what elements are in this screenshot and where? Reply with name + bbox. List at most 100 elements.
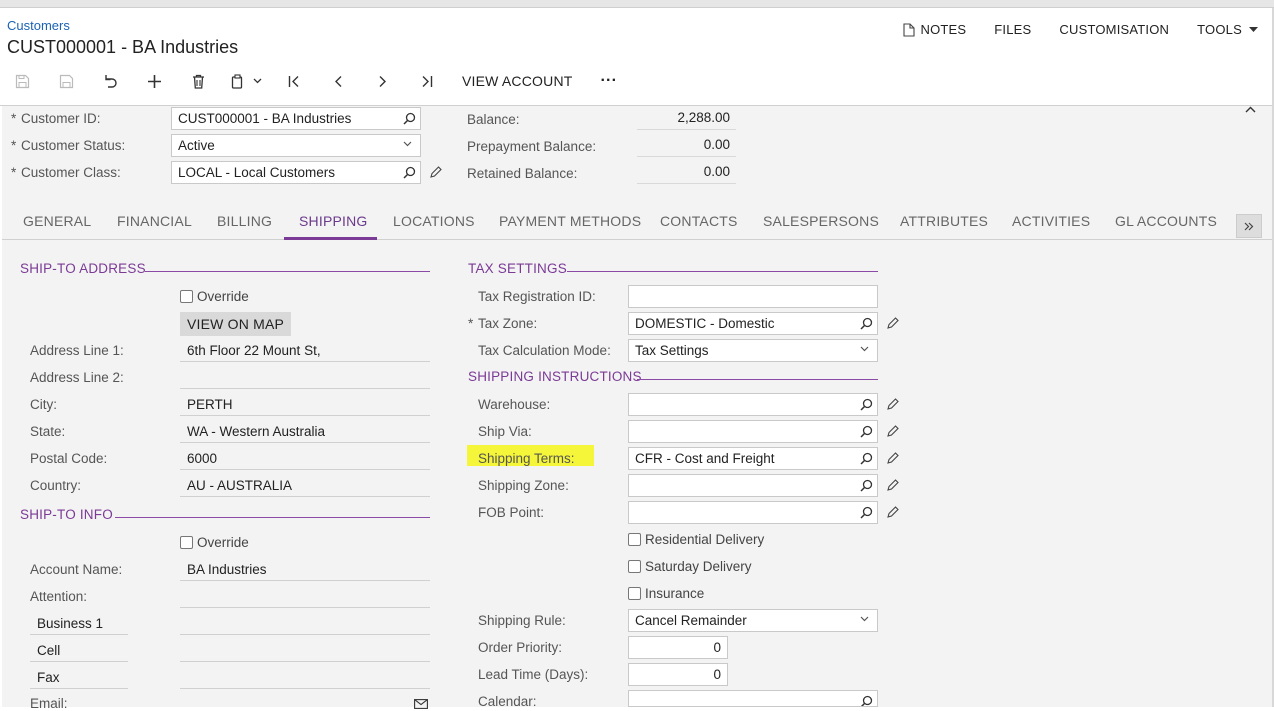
shipping-zone-field[interactable] [628,474,878,497]
shipping-rule-select[interactable]: Cancel Remainder [628,609,878,632]
notes-button[interactable]: NOTES [903,22,966,37]
save-close-button[interactable] [0,68,44,94]
breadcrumb[interactable]: Customers [7,18,70,33]
mail-icon[interactable] [414,699,428,709]
collapse-icon[interactable] [1245,106,1256,113]
city-label: City: [30,397,57,412]
tab-gl-accounts[interactable]: GL ACCOUNTS [1115,213,1217,229]
save-button[interactable] [44,68,88,94]
phone2-type-select[interactable]: Cell [30,639,128,662]
customer-class-field[interactable]: LOCAL - Local Customers [171,161,421,184]
first-record-button[interactable] [272,68,316,94]
calendar-field[interactable] [628,690,878,707]
tab-payment-methods[interactable]: PAYMENT METHODS [499,213,641,229]
first-icon [288,75,298,87]
saturday-delivery-checkbox[interactable]: Saturday Delivery [628,559,752,574]
search-icon[interactable] [403,166,416,179]
fob-point-field[interactable] [628,501,878,524]
lead-time-label: Lead Time (Days): [478,667,589,682]
edit-icon[interactable] [886,506,899,519]
account-name-field[interactable]: BA Industries [180,558,430,581]
search-icon[interactable] [860,695,873,707]
override-label: Override [197,535,249,550]
warehouse-field[interactable] [628,393,878,416]
fax-type-select[interactable]: Fax [30,666,128,689]
phone1-field[interactable] [180,612,430,635]
search-icon[interactable] [860,425,873,438]
view-account-button[interactable]: VIEW ACCOUNT [448,73,587,89]
attention-field[interactable] [180,585,430,608]
search-icon[interactable] [403,112,416,125]
view-on-map-button[interactable]: VIEW ON MAP [180,312,292,336]
tab-activities[interactable]: ACTIVITIES [1012,213,1090,229]
delete-button[interactable] [176,68,220,94]
edit-icon[interactable] [886,398,899,411]
undo-icon [105,75,117,88]
edit-icon[interactable] [886,317,899,330]
next-record-button[interactable] [360,68,404,94]
customer-status-select[interactable]: Active [171,134,421,157]
city-field[interactable]: PERTH [180,393,430,416]
customisation-button[interactable]: CUSTOMISATION [1059,22,1169,37]
tax-registration-field[interactable] [628,285,878,308]
order-priority-field[interactable]: 0 [628,636,728,659]
tab-general[interactable]: GENERAL [23,213,91,229]
files-button[interactable]: FILES [994,22,1031,37]
shipping-terms-field[interactable]: CFR - Cost and Freight [628,447,878,470]
checkbox-box[interactable] [628,560,641,573]
search-icon[interactable] [860,506,873,519]
search-icon[interactable] [860,452,873,465]
address-line1-field[interactable]: 6th Floor 22 Mount St, [180,339,430,362]
address-line2-field[interactable] [180,366,430,389]
address-override-checkbox[interactable]: Override [180,289,249,304]
tax-zone-field[interactable]: DOMESTIC - Domestic [628,312,878,335]
tax-registration-label: Tax Registration ID: [478,289,596,304]
phone1-type-select[interactable]: Business 1 [30,612,128,635]
state-field[interactable]: WA - Western Australia [180,420,430,443]
search-icon[interactable] [860,479,873,492]
phone2-field[interactable] [180,639,430,662]
checkbox-box[interactable] [628,533,641,546]
lead-time-field[interactable]: 0 [628,663,728,686]
country-field[interactable]: AU - AUSTRALIA [180,474,430,497]
header-links: NOTES FILES CUSTOMISATION TOOLS [903,22,1272,37]
copy-paste-button[interactable] [220,68,272,94]
fax-field[interactable] [180,666,430,689]
more-actions-button[interactable]: ··· [587,72,632,90]
customer-id-field[interactable]: CUST000001 - BA Industries [171,107,421,130]
previous-record-button[interactable] [316,68,360,94]
tax-calculation-mode-select[interactable]: Tax Settings [628,339,878,362]
undo-button[interactable] [88,68,132,94]
search-icon[interactable] [860,398,873,411]
edit-icon[interactable] [429,166,442,179]
checkbox-box[interactable] [628,587,641,600]
insurance-checkbox[interactable]: Insurance [628,586,704,601]
tab-financial[interactable]: FINANCIAL [117,213,192,229]
edit-icon[interactable] [886,452,899,465]
retained-balance-value: 0.00 [637,161,736,184]
edit-icon[interactable] [886,425,899,438]
tools-button[interactable]: TOOLS [1197,22,1258,37]
tab-billing[interactable]: BILLING [217,213,272,229]
customer-id-value: CUST000001 - BA Industries [178,111,352,126]
tab-contacts[interactable]: CONTACTS [660,213,738,229]
tab-attributes[interactable]: ATTRIBUTES [900,213,988,229]
checkbox-box[interactable] [180,290,193,303]
tax-settings-title: TAX SETTINGS [468,261,567,276]
info-override-checkbox[interactable]: Override [180,535,249,550]
checkbox-box[interactable] [180,536,193,549]
add-button[interactable] [132,68,176,94]
page-header: Customers CUST000001 - BA Industries NOT… [0,8,1272,106]
postal-code-field[interactable]: 6000 [180,447,430,470]
last-record-button[interactable] [404,68,448,94]
more-tabs-button[interactable] [1236,214,1262,238]
edit-icon[interactable] [886,479,899,492]
tab-shipping[interactable]: SHIPPING [299,213,368,229]
ship-via-field[interactable] [628,420,878,443]
customer-status-label: Customer Status: [11,138,125,153]
tab-locations[interactable]: LOCATIONS [393,213,475,229]
customer-status-value: Active [178,138,215,153]
tab-salespersons[interactable]: SALESPERSONS [763,213,879,229]
search-icon[interactable] [860,317,873,330]
residential-delivery-checkbox[interactable]: Residential Delivery [628,532,764,547]
